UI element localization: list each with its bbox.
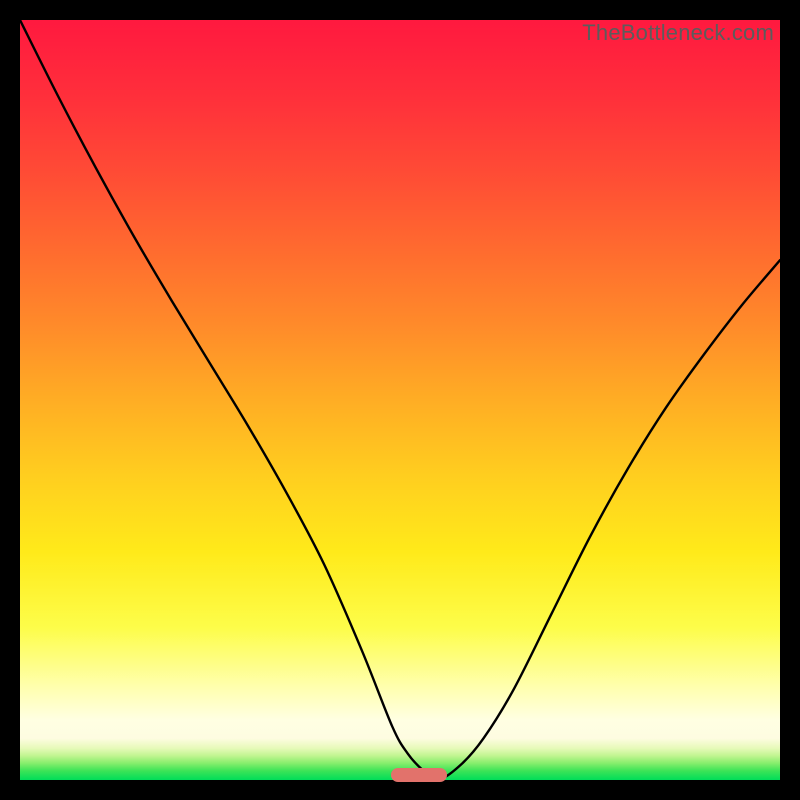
heat-gradient-background	[20, 20, 780, 780]
optimal-point-marker	[391, 768, 447, 782]
watermark-text: TheBottleneck.com	[582, 20, 774, 46]
chart-frame: TheBottleneck.com	[20, 20, 780, 780]
